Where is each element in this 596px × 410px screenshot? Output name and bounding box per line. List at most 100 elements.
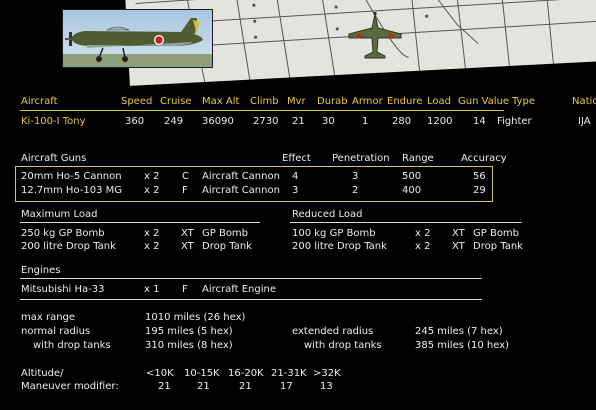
col-header-cruise: Cruise: [160, 96, 192, 107]
normal-drop-tank-label: with drop tanks: [33, 340, 111, 351]
altitude-band-4: 21-31K: [271, 368, 307, 379]
normal-radius-label: normal radius: [21, 326, 91, 337]
max-alt-value: 36090: [202, 116, 234, 127]
max-load-2-name: 200 litre Drop Tank: [21, 241, 116, 252]
mvr-value: 21: [292, 116, 305, 127]
col-header-nation-clip: Nation: [572, 96, 596, 108]
col-header-aircraft: Aircraft: [21, 96, 58, 107]
gun-1-penetration: 3: [352, 171, 359, 182]
reduced-load-title: Reduced Load: [292, 209, 363, 220]
gun-2-range: 400: [402, 185, 422, 196]
maneuver-value-5: 13: [320, 381, 333, 392]
col-header-endure: Endure: [387, 96, 423, 107]
col-header-type: Type: [512, 96, 535, 107]
gun-2-penetration: 2: [352, 185, 359, 196]
engines-divider: [20, 278, 482, 279]
max-load-2-slot: XT: [181, 241, 194, 252]
reduced-load-2-name: 200 litre Drop Tank: [292, 241, 387, 252]
guns-header-effect: Effect: [282, 153, 311, 164]
gun-2-effect: 3: [292, 185, 299, 196]
altitude-band-1: <10K: [146, 368, 174, 379]
gun-2-name: 12.7mm Ho-103 MG: [21, 185, 123, 196]
reduced-load-2-type: Drop Tank: [473, 241, 523, 252]
engine-name: Mitsubishi Ha-33: [21, 284, 105, 295]
reduced-load-1-count: x 2: [415, 228, 431, 239]
reduced-load-1-name: 100 kg GP Bomb: [292, 228, 376, 239]
climb-value: 2730: [253, 116, 279, 127]
maneuver-value-2: 21: [197, 381, 210, 392]
col-header-durab: Durab: [317, 96, 348, 107]
max-load-title: Maximum Load: [21, 209, 98, 220]
reduced-load-1-type: GP Bomb: [473, 228, 520, 239]
gun-1-count: x 2: [144, 171, 160, 182]
reduced-load-2-count: x 2: [415, 241, 431, 252]
col-header-gun-value: Gun Value: [458, 96, 510, 107]
guns-header-penetration: Penetration: [332, 153, 390, 164]
type-value: Fighter: [497, 116, 532, 127]
gun-2-count: x 2: [144, 185, 160, 196]
gun-1-facing: C: [182, 171, 189, 182]
engine-facing: F: [182, 284, 188, 295]
guns-section-title: Aircraft Guns: [21, 153, 87, 164]
max-range-label: max range: [21, 312, 76, 323]
col-header-speed: Speed: [121, 96, 153, 107]
gun-1-effect: 4: [292, 171, 299, 182]
max-range-value: 1010 miles (26 hex): [145, 312, 246, 323]
reduced-load-2-slot: XT: [452, 241, 465, 252]
speed-value: 360: [125, 116, 145, 127]
extended-radius-label: extended radius: [292, 326, 374, 337]
load-value: 1200: [427, 116, 453, 127]
engine-count: x 1: [144, 284, 160, 295]
header-artwork: [0, 0, 596, 92]
maneuver-value-4: 17: [280, 381, 293, 392]
extended-drop-tank-value: 385 miles (10 hex): [415, 340, 510, 351]
cruise-value: 249: [164, 116, 184, 127]
aircraft-topview-icon: [348, 12, 402, 59]
engines-title: Engines: [21, 265, 61, 276]
guns-header-range: Range: [402, 153, 434, 164]
engine-type: Aircraft Engine: [202, 284, 276, 295]
maneuver-value-1: 21: [158, 381, 171, 392]
max-load-divider: [20, 222, 260, 223]
col-header-max-alt: Max Alt: [202, 96, 240, 107]
aircraft-profile-icon: [63, 18, 212, 67]
extended-drop-tank-label: with drop tanks: [304, 340, 382, 351]
engines-bottom-divider: [20, 299, 482, 300]
gun-2-accuracy: 29: [473, 185, 486, 196]
reduced-load-1-slot: XT: [452, 228, 465, 239]
gun-2-type: Aircraft Cannon: [202, 185, 280, 196]
gun-1-range: 500: [402, 171, 422, 182]
reduced-load-divider: [290, 222, 522, 223]
header-divider: [20, 110, 504, 111]
col-header-load: Load: [427, 96, 451, 107]
normal-drop-tank-value: 310 miles (8 hex): [145, 340, 233, 351]
armor-value: 1: [362, 116, 369, 127]
col-header-mvr: Mvr: [287, 96, 306, 107]
durab-value: 30: [322, 116, 335, 127]
max-load-1-name: 250 kg GP Bomb: [21, 228, 105, 239]
aircraft-name[interactable]: Ki-100-I Tony: [21, 116, 86, 128]
maneuver-modifier-label: Maneuver modifier:: [21, 381, 119, 392]
gun-1-type: Aircraft Cannon: [202, 171, 280, 182]
altitude-band-2: 10-15K: [184, 368, 220, 379]
gun-2-facing: F: [182, 185, 188, 196]
max-load-2-type: Drop Tank: [202, 241, 252, 252]
normal-radius-value: 195 miles (5 hex): [145, 326, 233, 337]
guns-header-accuracy: Accuracy: [461, 153, 507, 164]
altitude-label: Altitude/: [21, 368, 64, 379]
col-header-climb: Climb: [250, 96, 279, 107]
altitude-band-5: >32K: [313, 368, 341, 379]
gun-value: 14: [473, 116, 486, 127]
max-load-1-count: x 2: [144, 228, 160, 239]
altitude-band-3: 16-20K: [228, 368, 264, 379]
aircraft-photo: [62, 9, 213, 68]
gun-1-accuracy: 56: [473, 171, 486, 182]
max-load-1-type: GP Bomb: [202, 228, 249, 239]
nation-value: IJA: [578, 116, 591, 127]
max-load-2-count: x 2: [144, 241, 160, 252]
gun-1-name: 20mm Ho-5 Cannon: [21, 171, 122, 182]
extended-radius-value: 245 miles (7 hex): [415, 326, 503, 337]
max-load-1-slot: XT: [181, 228, 194, 239]
col-header-armor: Armor: [352, 96, 383, 107]
maneuver-value-3: 21: [239, 381, 252, 392]
